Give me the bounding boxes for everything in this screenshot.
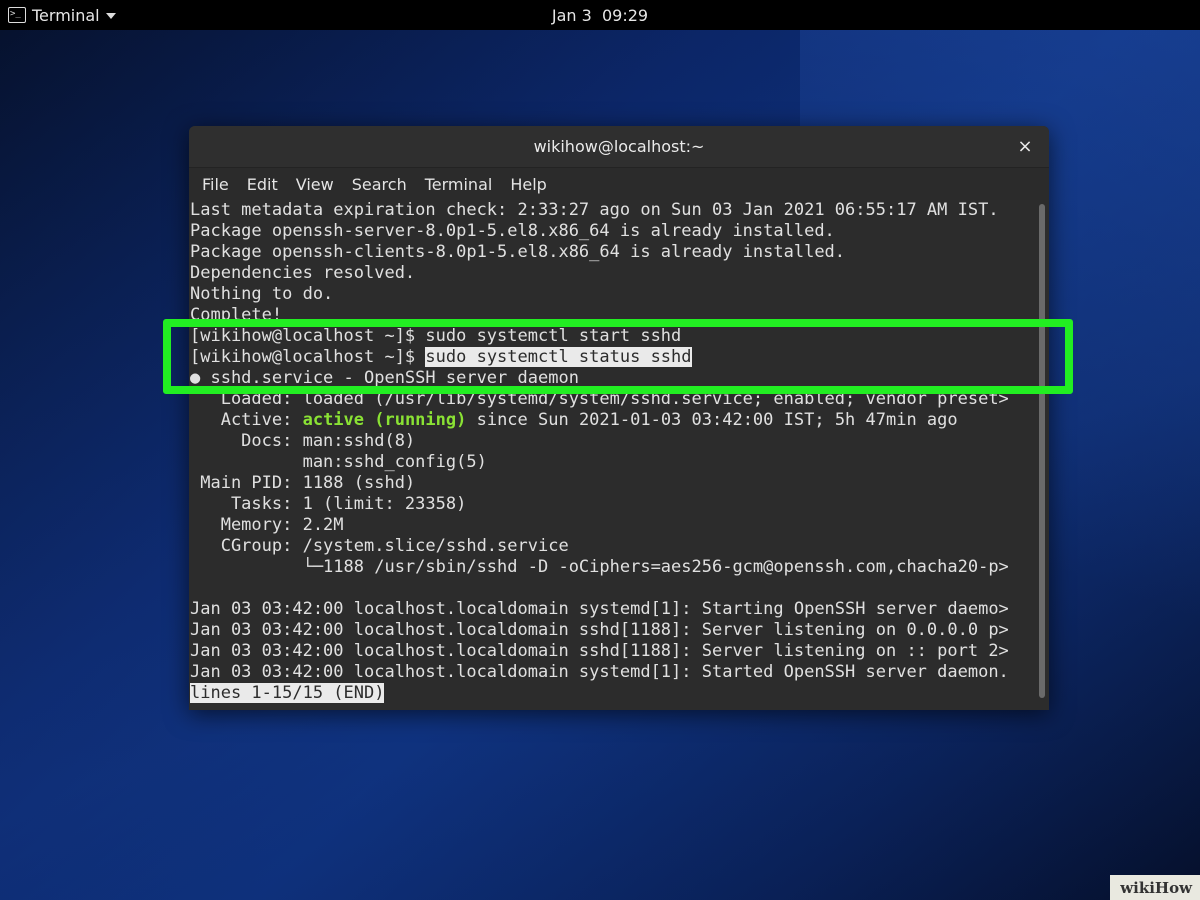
- output-line: Dependencies resolved.: [190, 263, 416, 283]
- detail-line: Memory: 2.2M: [190, 515, 344, 535]
- active-since: since Sun 2021-01-03 03:42:00 IST; 5h 47…: [466, 410, 958, 430]
- output-line: Package openssh-server-8.0p1-5.el8.x86_6…: [190, 221, 835, 241]
- log-line: Jan 03 03:42:00 localhost.localdomain ss…: [190, 641, 1009, 661]
- detail-line: Main PID: 1188 (sshd): [190, 473, 416, 493]
- chevron-down-icon: [105, 13, 116, 19]
- output-line: Last metadata expiration check: 2:33:27 …: [190, 200, 999, 220]
- app-name: Terminal: [32, 5, 100, 25]
- scrollbar[interactable]: [1039, 204, 1045, 698]
- log-line: Jan 03 03:42:00 localhost.localdomain sy…: [190, 662, 1009, 682]
- loaded-line: Loaded: loaded (/usr/lib/systemd/system/…: [190, 389, 1009, 409]
- wikihow-watermark: wikiHow: [1110, 875, 1200, 900]
- output-line: Package openssh-clients-8.0p1-5.el8.x86_…: [190, 242, 846, 262]
- command-line-status: [wikihow@localhost ~]$ sudo systemctl st…: [190, 347, 1035, 368]
- menu-file[interactable]: File: [193, 175, 238, 194]
- output-line: Complete!: [190, 305, 283, 325]
- top-bar: >_ Terminal Jan 3 09:29: [0, 0, 1200, 30]
- service-line: ● sshd.service - OpenSSH server daemon: [190, 368, 579, 388]
- active-label: Active:: [190, 410, 303, 430]
- terminal-window: wikihow@localhost:~ × File Edit View Sea…: [189, 126, 1049, 710]
- detail-line: man:sshd_config(5): [190, 452, 487, 472]
- window-titlebar[interactable]: wikihow@localhost:~ ×: [189, 126, 1049, 168]
- close-button[interactable]: ×: [1015, 137, 1035, 157]
- active-state: active (running): [302, 410, 467, 430]
- selected-command: sudo systemctl status sshd: [425, 347, 692, 367]
- log-line: Jan 03 03:42:00 localhost.localdomain sy…: [190, 599, 1009, 619]
- menu-view[interactable]: View: [287, 175, 343, 194]
- output-line: Nothing to do.: [190, 284, 334, 304]
- menu-help[interactable]: Help: [501, 175, 555, 194]
- command-line-start: [wikihow@localhost ~]$ sudo systemctl st…: [190, 326, 682, 346]
- clock-date: Jan 3: [551, 6, 592, 25]
- terminal-output[interactable]: Last metadata expiration check: 2:33:27 …: [189, 200, 1049, 710]
- menu-edit[interactable]: Edit: [238, 175, 287, 194]
- activities-app-menu[interactable]: >_ Terminal: [8, 0, 116, 30]
- clock: Jan 3 09:29: [0, 6, 1200, 25]
- detail-line: Docs: man:sshd(8): [190, 431, 416, 451]
- menu-bar: File Edit View Search Terminal Help: [189, 168, 1049, 200]
- clock-time: 09:29: [602, 6, 649, 25]
- menu-search[interactable]: Search: [343, 175, 416, 194]
- window-title: wikihow@localhost:~: [533, 137, 705, 156]
- detail-line: CGroup: /system.slice/sshd.service: [190, 536, 569, 556]
- log-line: Jan 03 03:42:00 localhost.localdomain ss…: [190, 620, 1009, 640]
- pager-status-line: lines 1-15/15 (END): [190, 683, 1035, 704]
- clock-button[interactable]: Jan 3 09:29: [552, 6, 648, 25]
- pager-status: lines 1-15/15 (END): [190, 683, 385, 703]
- detail-line: Tasks: 1 (limit: 23358): [190, 494, 467, 514]
- active-line: Active: active (running) since Sun 2021-…: [190, 410, 1035, 431]
- menu-terminal[interactable]: Terminal: [416, 175, 502, 194]
- terminal-icon: >_: [8, 7, 26, 23]
- detail-line: └─1188 /usr/sbin/sshd -D -oCiphers=aes25…: [190, 557, 1009, 577]
- shell-prompt: [wikihow@localhost ~]$: [190, 347, 426, 367]
